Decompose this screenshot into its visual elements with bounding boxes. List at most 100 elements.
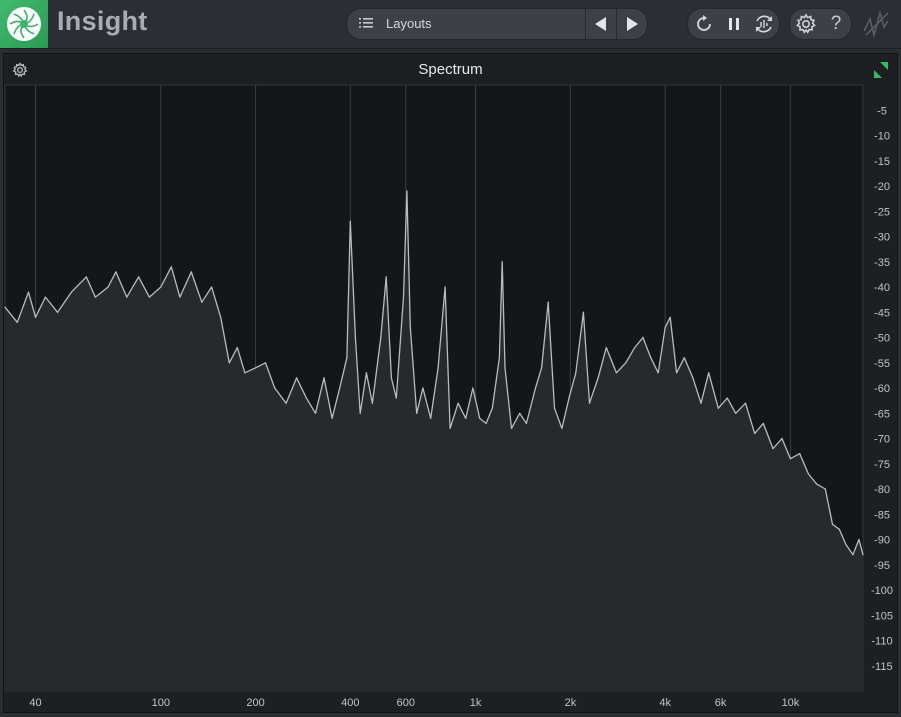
list-icon [359,18,373,28]
spectrum-point [437,367,439,369]
y-tick-label: -40 [874,282,890,294]
spectrum-point [359,412,361,414]
spectrum-point [807,473,810,475]
sync-button[interactable] [749,9,779,39]
spectrum-point [845,543,847,546]
y-tick-label: -65 [874,408,890,420]
spectrum-point [457,402,459,404]
spectrum-point [236,347,238,349]
spectrum-point [211,286,213,288]
x-tick-label: 200 [246,697,264,709]
spectrum-point [190,271,192,273]
spectrum-point [479,417,481,419]
spectrum-point [815,483,818,485]
app-logo[interactable] [0,0,48,48]
spectrum-point [296,377,298,379]
spectrum-point [605,347,607,349]
spectrum-point [380,336,382,339]
y-tick-label: -15 [874,156,890,168]
spectrum-point [575,372,577,374]
x-tick-label: 40 [29,697,41,709]
spectrum-point [323,377,325,379]
spectrum-point [700,402,702,404]
expand-icon[interactable] [873,61,889,79]
spectrum-point [597,377,599,379]
prev-arrow-icon [595,17,606,31]
spectrum-point [70,291,72,293]
layouts-selector[interactable]: Layouts [346,8,648,40]
layouts-label: Layouts [386,16,432,31]
spectrum-point [485,422,487,424]
spectrum-point [676,372,678,374]
pause-button[interactable] [719,9,749,39]
x-tick-label: 100 [152,697,170,709]
spectrum-point [365,372,367,374]
pause-icon [729,18,739,30]
settings-button[interactable] [791,9,821,39]
spectrum-point [634,347,636,349]
spectrum-point [547,301,549,303]
help-button[interactable]: ? [821,9,851,39]
top-toolbar: Insight Layouts ? [0,0,901,49]
panel-title: Spectrum [418,61,483,78]
spectrum-point [754,432,756,434]
reset-button[interactable] [689,9,719,39]
spectrum-point [664,326,666,328]
spectrum-point [44,296,47,298]
spectrum-point [314,412,317,414]
app-title: Insight [57,6,148,36]
spectrum-point [615,372,618,374]
spectrum-point [498,357,500,359]
spectrum-point [305,397,307,399]
y-tick-label: -70 [874,434,890,446]
x-tick-label: 2k [565,697,577,709]
spectrum-point [16,321,18,323]
x-tick-label: 10k [782,697,800,709]
spectrum-point [650,357,652,359]
spectrum-point [862,554,864,556]
spectrum-point [339,387,341,389]
y-tick-label: -60 [874,383,890,395]
next-layout-button[interactable] [617,9,647,39]
spectrum-chart[interactable]: 40 100 200 400 600 1k 2k 4k 6k 10k -5 -10 -15 -20 -25 -… [4,84,897,712]
spectrum-point [444,286,446,288]
utility-group: ? [789,8,852,40]
spectrum-point [491,407,493,409]
y-tick-label: -55 [874,358,890,370]
spectrum-point [107,286,109,288]
y-tick-label: -105 [871,610,893,622]
y-tick-label: -35 [874,257,890,269]
spectrum-point [220,316,222,318]
spectrum-point [852,554,854,556]
reset-icon [697,15,711,31]
spectrum-point [354,336,356,339]
spectrum-point [799,453,801,455]
spectrum-point [179,296,181,298]
spectrum-point [683,357,685,359]
spectrum-point [331,417,333,419]
x-tick-label: 600 [397,697,415,709]
y-tick-label: -85 [874,509,890,521]
y-tick-label: -50 [874,333,890,345]
spectrum-point [126,296,128,298]
x-tick-label: 1k [470,697,482,709]
spectrum-point [385,276,387,278]
spectrum-point [708,372,710,374]
y-tick-label: -20 [874,181,890,193]
y-tick-label: -115 [871,661,892,673]
help-icon: ? [830,13,842,34]
spectrum-point [744,402,747,404]
x-tick-label: 6k [715,697,727,709]
spectrum-point [416,412,418,414]
spectrum-point [726,397,728,399]
spectrum-point [34,316,37,318]
spectrum-point [201,301,203,303]
spectrum-point [642,336,644,339]
spectrum-point [858,538,860,541]
spectrum-point [406,190,408,192]
y-tick-label: -5 [877,105,887,117]
spectrum-point [346,357,348,359]
spectrum-point [541,367,543,369]
signal-icon[interactable] [862,9,890,39]
previous-layout-button[interactable] [586,9,616,39]
